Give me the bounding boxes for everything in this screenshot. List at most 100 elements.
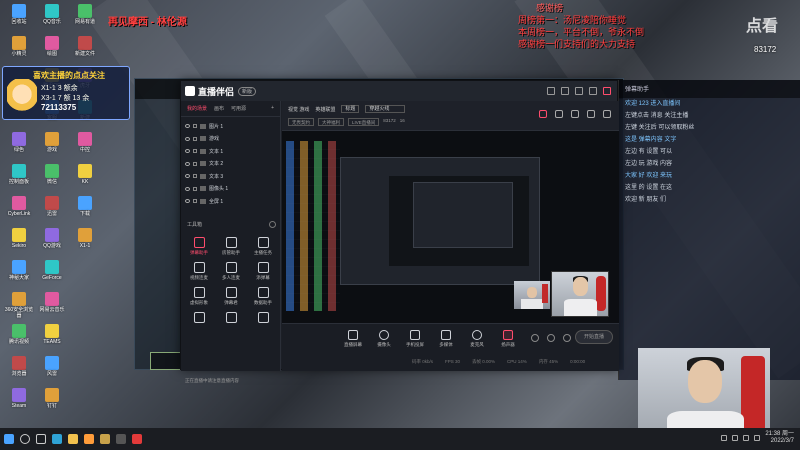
desktop-icon[interactable]: Sekiro <box>4 228 34 256</box>
visibility-icon[interactable] <box>185 149 190 154</box>
tray-icon[interactable] <box>732 435 739 441</box>
tool-button[interactable] <box>183 312 215 325</box>
lock-icon[interactable] <box>193 136 197 141</box>
version-badge[interactable]: 新版 <box>238 86 257 96</box>
game-icon[interactable] <box>100 434 110 444</box>
visibility-icon[interactable] <box>185 199 190 204</box>
visibility-icon[interactable] <box>185 124 190 129</box>
desktop-icon[interactable]: 微信 <box>37 164 67 192</box>
desktop-icon[interactable]: Steam <box>4 388 34 416</box>
add-scene-icon[interactable]: + <box>271 105 274 112</box>
source-item[interactable]: 文本 2 <box>185 158 276 171</box>
source-item[interactable]: 图像头 1 <box>185 183 276 196</box>
desktop-icon[interactable]: GeForce <box>37 260 67 288</box>
tool-button[interactable]: 弹幕君 <box>215 287 247 306</box>
bell-icon[interactable] <box>587 110 595 118</box>
desktop-icon[interactable]: 钉钉 <box>37 388 67 416</box>
search-icon[interactable] <box>20 434 30 444</box>
desktop-icon[interactable]: QQ音乐 <box>37 4 67 32</box>
app-icon[interactable] <box>116 434 126 444</box>
tool-button[interactable]: 视频连麦 <box>183 262 215 281</box>
speaker-button[interactable]: 扬声器 <box>495 330 521 348</box>
desktop-icon[interactable]: 中控 <box>70 132 100 160</box>
mail-icon[interactable] <box>571 110 579 118</box>
lock-icon[interactable] <box>193 186 197 191</box>
tool-button[interactable]: 弹幕助手 <box>183 237 215 256</box>
desktop-icon[interactable]: 风雷 <box>37 356 67 384</box>
tab-canvas[interactable]: 画布 <box>214 105 224 112</box>
screen-share-button[interactable]: 直播屏幕 <box>340 330 366 348</box>
gift-icon[interactable] <box>539 110 547 118</box>
desktop-icon[interactable]: 神秘大家 <box>4 260 34 288</box>
tray-icon[interactable] <box>721 435 728 441</box>
minimize-icon[interactable] <box>575 87 583 95</box>
desktop-icon[interactable]: 360安全浏览器 <box>4 292 34 320</box>
type-label[interactable]: 英雄联盟 <box>315 106 335 113</box>
desktop-icon[interactable]: 绘图 <box>37 36 67 64</box>
streaming-app-icon[interactable] <box>84 434 94 444</box>
camera-button[interactable]: 摄像头 <box>371 330 397 348</box>
desktop-icon[interactable]: 下载 <box>70 196 100 224</box>
source-item[interactable]: 图片 1 <box>185 120 276 133</box>
category-label[interactable]: 视觉 游戏 <box>288 106 309 113</box>
media-button[interactable]: 多媒体 <box>433 330 459 348</box>
bag-icon[interactable] <box>555 110 563 118</box>
app-icon[interactable] <box>132 434 142 444</box>
settings-icon[interactable] <box>547 87 555 95</box>
microphone-button[interactable]: 麦克风 <box>464 330 490 348</box>
tab-my-scene[interactable]: 我的场景 <box>187 105 207 112</box>
effects-icon[interactable] <box>547 334 555 342</box>
volume-icon[interactable] <box>754 435 761 441</box>
desktop-icon[interactable]: 小精灵 <box>4 36 34 64</box>
folder-icon[interactable] <box>68 434 78 444</box>
visibility-icon[interactable] <box>185 186 190 191</box>
source-item[interactable]: 游戏 <box>185 133 276 146</box>
source-item[interactable]: 文本 3 <box>185 170 276 183</box>
desktop-icon[interactable]: TEAMS <box>37 324 67 352</box>
source-item[interactable]: 全屏 1 <box>185 195 276 208</box>
desktop-icon[interactable]: X1-1 <box>70 228 100 256</box>
tool-button[interactable] <box>247 312 279 325</box>
source-item[interactable]: 文本 1 <box>185 145 276 158</box>
visibility-icon[interactable] <box>185 174 190 179</box>
desktop-icon[interactable]: 控制面板 <box>4 164 34 192</box>
tab-sources[interactable]: 可用源 <box>231 105 246 112</box>
camera-icon[interactable] <box>531 334 539 342</box>
edge-icon[interactable] <box>52 434 62 444</box>
desktop-icon[interactable]: 迅雷 <box>37 196 67 224</box>
tool-button[interactable]: 虚拟形象 <box>183 287 215 306</box>
desktop-icon[interactable]: KK <box>70 164 100 192</box>
tool-button[interactable] <box>215 312 247 325</box>
lock-icon[interactable] <box>193 174 197 179</box>
close-icon[interactable] <box>603 87 611 95</box>
desktop-icon[interactable]: 浏览器 <box>4 356 34 384</box>
lock-icon[interactable] <box>193 149 197 154</box>
clock[interactable]: 21:38 周一 2022/3/7 <box>765 431 794 445</box>
share-icon[interactable] <box>603 110 611 118</box>
game-select[interactable]: 穿越火线 <box>365 105 406 113</box>
tag-pill[interactable]: 无畏契约 <box>288 118 314 126</box>
desktop-icon[interactable]: 网易云音乐 <box>37 292 67 320</box>
tool-button[interactable]: 添弹幕 <box>247 262 279 281</box>
desktop-icon[interactable]: 回收站 <box>4 4 34 32</box>
start-live-button[interactable]: 开始直播 <box>575 330 613 344</box>
tag-pill[interactable]: 大神福利 <box>318 118 344 126</box>
desktop-icon[interactable]: QQ游戏 <box>37 228 67 256</box>
desktop-icon[interactable]: CyberLink <box>4 196 34 224</box>
tool-button[interactable]: 房管助手 <box>215 237 247 256</box>
start-icon[interactable] <box>4 434 14 444</box>
desktop-icon[interactable]: 绿色 <box>4 132 34 160</box>
toolbox-more-icon[interactable] <box>269 221 276 228</box>
menu-icon[interactable] <box>561 87 569 95</box>
task-view-icon[interactable] <box>36 434 46 444</box>
phone-cast-button[interactable]: 手机投屏 <box>402 330 428 348</box>
tool-button[interactable]: 多人连麦 <box>215 262 247 281</box>
tool-button[interactable]: 主播任务 <box>247 237 279 256</box>
visibility-icon[interactable] <box>185 136 190 141</box>
desktop-icon[interactable]: 腾讯视频 <box>4 324 34 352</box>
lock-icon[interactable] <box>193 199 197 204</box>
desktop-icon[interactable]: 网易有道 <box>70 4 100 32</box>
settings-icon[interactable] <box>563 334 571 342</box>
network-icon[interactable] <box>743 435 750 441</box>
maximize-icon[interactable] <box>589 87 597 95</box>
